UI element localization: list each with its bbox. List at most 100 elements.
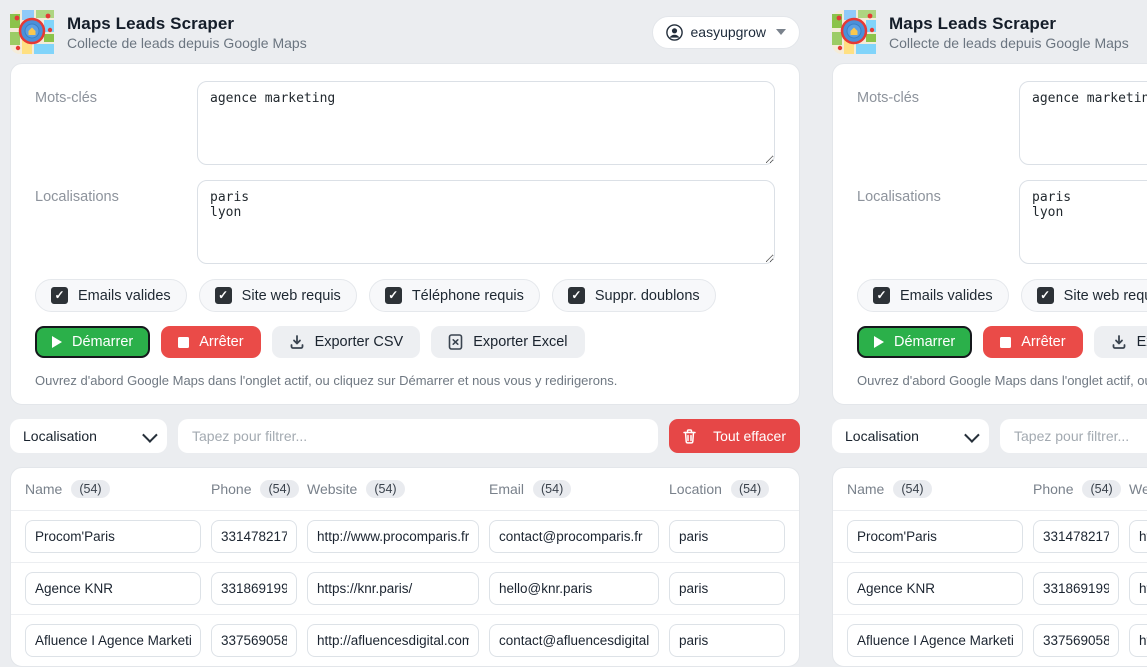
cell-name-input[interactable] xyxy=(847,520,1023,553)
cell-website-input[interactable] xyxy=(1129,624,1147,657)
play-icon xyxy=(52,336,62,348)
app-heading: Maps Leads Scraper Collecte de leads dep… xyxy=(67,14,307,51)
select-chevron-icon xyxy=(142,427,158,443)
filter-field-select[interactable]: Localisation xyxy=(832,419,989,453)
column-header-location: Location(54) xyxy=(669,480,785,498)
cell-location-input[interactable] xyxy=(669,520,785,553)
filter-bar: Localisation Tout effacer xyxy=(832,419,1147,453)
stop-button[interactable]: Arrêter xyxy=(161,326,260,358)
instruction-hint: Ouvrez d'abord Google Maps dans l'onglet… xyxy=(857,371,1147,392)
select-chevron-icon xyxy=(964,427,980,443)
cell-website-input[interactable] xyxy=(1129,520,1147,553)
locations-row: Localisations paris lyon xyxy=(857,180,1147,264)
app-title: Maps Leads Scraper xyxy=(889,14,1129,34)
instruction-hint: Ouvrez d'abord Google Maps dans l'onglet… xyxy=(35,371,775,392)
action-buttons: Démarrer Arrêter Exporter CSV xyxy=(857,326,1147,358)
cell-phone-input[interactable] xyxy=(211,572,297,605)
checkbox-checked-icon[interactable]: ✓ xyxy=(1037,287,1054,304)
toggle-website-required[interactable]: ✓ Site web requis xyxy=(1021,279,1147,312)
cell-name-input[interactable] xyxy=(25,520,201,553)
toggle-valid-emails[interactable]: ✓ Emails valides xyxy=(857,279,1009,312)
stop-icon xyxy=(1000,337,1011,348)
checkbox-checked-icon[interactable]: ✓ xyxy=(385,287,402,304)
play-icon xyxy=(874,336,884,348)
toggle-label: Téléphone requis xyxy=(412,288,524,304)
scraper-form-card: Mots-clés agence marketing Localisations… xyxy=(832,63,1147,405)
cell-phone-input[interactable] xyxy=(211,624,297,657)
cell-website-input[interactable] xyxy=(307,520,479,553)
checkbox-checked-icon[interactable]: ✓ xyxy=(568,287,585,304)
filter-text-input[interactable] xyxy=(1000,419,1147,453)
filter-field-select[interactable]: Localisation xyxy=(10,419,167,453)
keywords-row: Mots-clés agence marketing xyxy=(857,81,1147,165)
keywords-textarea[interactable]: agence marketing xyxy=(1019,81,1147,165)
column-header-phone: Phone(54) xyxy=(211,480,297,498)
count-badge: (54) xyxy=(731,480,769,498)
app-title: Maps Leads Scraper xyxy=(67,14,307,34)
trash-icon xyxy=(683,429,696,444)
locations-label: Localisations xyxy=(857,180,1019,264)
toggle-label: Emails valides xyxy=(900,288,993,304)
stop-button[interactable]: Arrêter xyxy=(983,326,1082,358)
app-logo-icon xyxy=(10,10,54,54)
cell-email-input[interactable] xyxy=(489,520,659,553)
toggle-phone-required[interactable]: ✓ Téléphone requis xyxy=(369,279,540,312)
column-header-website: Website(54) xyxy=(307,480,479,498)
cell-location-input[interactable] xyxy=(669,624,785,657)
locations-row: Localisations paris lyon xyxy=(35,180,775,264)
table-header: Name(54) Phone(54) Website(54) Email(54)… xyxy=(833,468,1147,510)
account-dropdown[interactable]: easyupgrow xyxy=(652,16,801,49)
filter-toggles: ✓ Emails valides ✓ Site web requis ✓ Tél… xyxy=(35,279,775,312)
app-logo-icon xyxy=(832,10,876,54)
export-excel-button[interactable]: Exporter Excel xyxy=(431,326,584,358)
cell-website-input[interactable] xyxy=(307,572,479,605)
cell-name-input[interactable] xyxy=(25,572,201,605)
count-badge: (54) xyxy=(893,480,931,498)
app-header: Maps Leads Scraper Collecte de leads dep… xyxy=(832,0,1147,63)
chevron-down-icon xyxy=(776,29,786,35)
cell-email-input[interactable] xyxy=(489,624,659,657)
clear-all-button[interactable]: Tout effacer xyxy=(669,419,800,453)
excel-file-icon xyxy=(448,334,463,350)
checkbox-checked-icon[interactable]: ✓ xyxy=(873,287,890,304)
checkbox-checked-icon[interactable]: ✓ xyxy=(51,287,68,304)
locations-textarea[interactable]: paris lyon xyxy=(1019,180,1147,264)
download-icon xyxy=(289,334,305,350)
cell-website-input[interactable] xyxy=(1129,572,1147,605)
export-csv-button[interactable]: Exporter CSV xyxy=(272,326,421,358)
toggle-label: Suppr. doublons xyxy=(595,288,700,304)
cell-phone-input[interactable] xyxy=(1033,520,1119,553)
cell-name-input[interactable] xyxy=(25,624,201,657)
start-button[interactable]: Démarrer xyxy=(857,326,972,358)
app-subtitle: Collecte de leads depuis Google Maps xyxy=(67,35,307,51)
cell-phone-input[interactable] xyxy=(211,520,297,553)
cell-name-input[interactable] xyxy=(847,572,1023,605)
toggle-dedupe[interactable]: ✓ Suppr. doublons xyxy=(552,279,716,312)
app-heading: Maps Leads Scraper Collecte de leads dep… xyxy=(889,14,1129,51)
leads-table: Name(54) Phone(54) Website(54) Email(54)… xyxy=(10,467,800,667)
locations-textarea[interactable]: paris lyon xyxy=(197,180,775,264)
cell-phone-input[interactable] xyxy=(1033,572,1119,605)
export-csv-button[interactable]: Exporter CSV xyxy=(1094,326,1147,358)
filter-field-value: Localisation xyxy=(23,428,97,444)
cell-phone-input[interactable] xyxy=(1033,624,1119,657)
table-row xyxy=(11,614,799,666)
filter-text-input[interactable] xyxy=(178,419,658,453)
column-header-name: Name(54) xyxy=(25,480,201,498)
keywords-textarea[interactable]: agence marketing xyxy=(197,81,775,165)
table-header: Name(54) Phone(54) Website(54) Email(54)… xyxy=(11,468,799,510)
download-icon xyxy=(1111,334,1127,350)
checkbox-checked-icon[interactable]: ✓ xyxy=(215,287,232,304)
action-buttons: Démarrer Arrêter Exporter CSV xyxy=(35,326,775,358)
cell-name-input[interactable] xyxy=(847,624,1023,657)
scraper-panel-right: Maps Leads Scraper Collecte de leads dep… xyxy=(822,0,1147,667)
cell-website-input[interactable] xyxy=(307,624,479,657)
column-header-website: Website(54) xyxy=(1129,480,1147,498)
toggle-website-required[interactable]: ✓ Site web requis xyxy=(199,279,357,312)
start-button[interactable]: Démarrer xyxy=(35,326,150,358)
cell-email-input[interactable] xyxy=(489,572,659,605)
toggle-valid-emails[interactable]: ✓ Emails valides xyxy=(35,279,187,312)
filter-toggles: ✓ Emails valides ✓ Site web requis ✓ Tél… xyxy=(857,279,1147,312)
scraper-form-card: Mots-clés agence marketing Localisations… xyxy=(10,63,800,405)
cell-location-input[interactable] xyxy=(669,572,785,605)
